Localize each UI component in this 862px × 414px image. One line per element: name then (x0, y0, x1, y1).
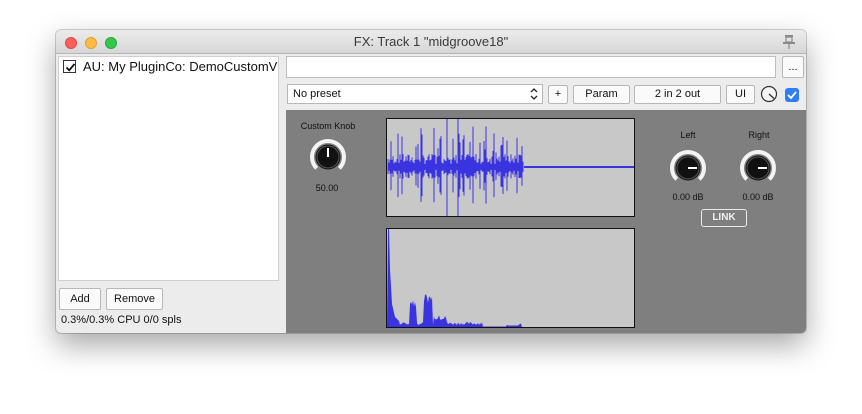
custom-knob-value: 50.00 (315, 183, 339, 193)
checkbox-checked-icon[interactable] (63, 60, 76, 73)
fx-window: FX: Track 1 "midgroove18" AU: My PluginC… (56, 30, 806, 333)
spectrum-plot (387, 229, 522, 327)
preset-select[interactable]: No preset (287, 84, 543, 104)
waveform-display (386, 118, 635, 217)
pin-icon[interactable] (782, 34, 796, 50)
link-button[interactable]: LINK (701, 209, 747, 227)
window-title: FX: Track 1 "midgroove18" (353, 34, 509, 49)
checkmark-icon (787, 91, 797, 100)
io-routing-button[interactable]: 2 in 2 out (634, 85, 721, 104)
title-bar[interactable]: FX: Track 1 "midgroove18" (56, 30, 806, 54)
add-button[interactable]: Add (59, 288, 101, 310)
remove-button[interactable]: Remove (106, 288, 163, 310)
wet-knob-icon[interactable] (759, 84, 779, 104)
fx-item-label: AU: My PluginCo: DemoCustomView (83, 59, 279, 74)
bypass-checkbox[interactable] (785, 88, 799, 102)
preset-value: No preset (293, 88, 341, 100)
custom-knob-label: Custom Knob (300, 121, 356, 131)
plugin-view: Custom Knob 50.00 Left 0.00 dB Right 0.0… (286, 110, 806, 333)
spectrum-display (386, 228, 635, 328)
waveform-path (387, 126, 524, 204)
cpu-status: 0.3%/0.3% CPU 0/0 spls (61, 314, 182, 326)
spectrum-path (387, 229, 522, 327)
right-knob-value: 0.00 dB (742, 192, 774, 202)
left-knob[interactable] (668, 148, 708, 188)
add-preset-button[interactable]: + (548, 85, 568, 104)
right-knob[interactable] (738, 148, 778, 188)
updown-arrows-icon (530, 88, 538, 100)
left-knob-value: 0.00 dB (672, 192, 704, 202)
ui-button[interactable]: UI (726, 85, 755, 104)
fx-chain-list[interactable]: AU: My PluginCo: DemoCustomView (58, 56, 279, 281)
left-knob-label: Left (680, 130, 696, 140)
custom-knob[interactable] (308, 137, 348, 177)
param-button[interactable]: Param (573, 85, 630, 104)
fx-name-field[interactable] (286, 56, 776, 78)
waveform-plot (387, 119, 634, 216)
right-knob-label: Right (748, 130, 770, 140)
fx-list-item[interactable]: AU: My PluginCo: DemoCustomView (63, 59, 279, 75)
more-button[interactable]: ... (782, 56, 804, 78)
